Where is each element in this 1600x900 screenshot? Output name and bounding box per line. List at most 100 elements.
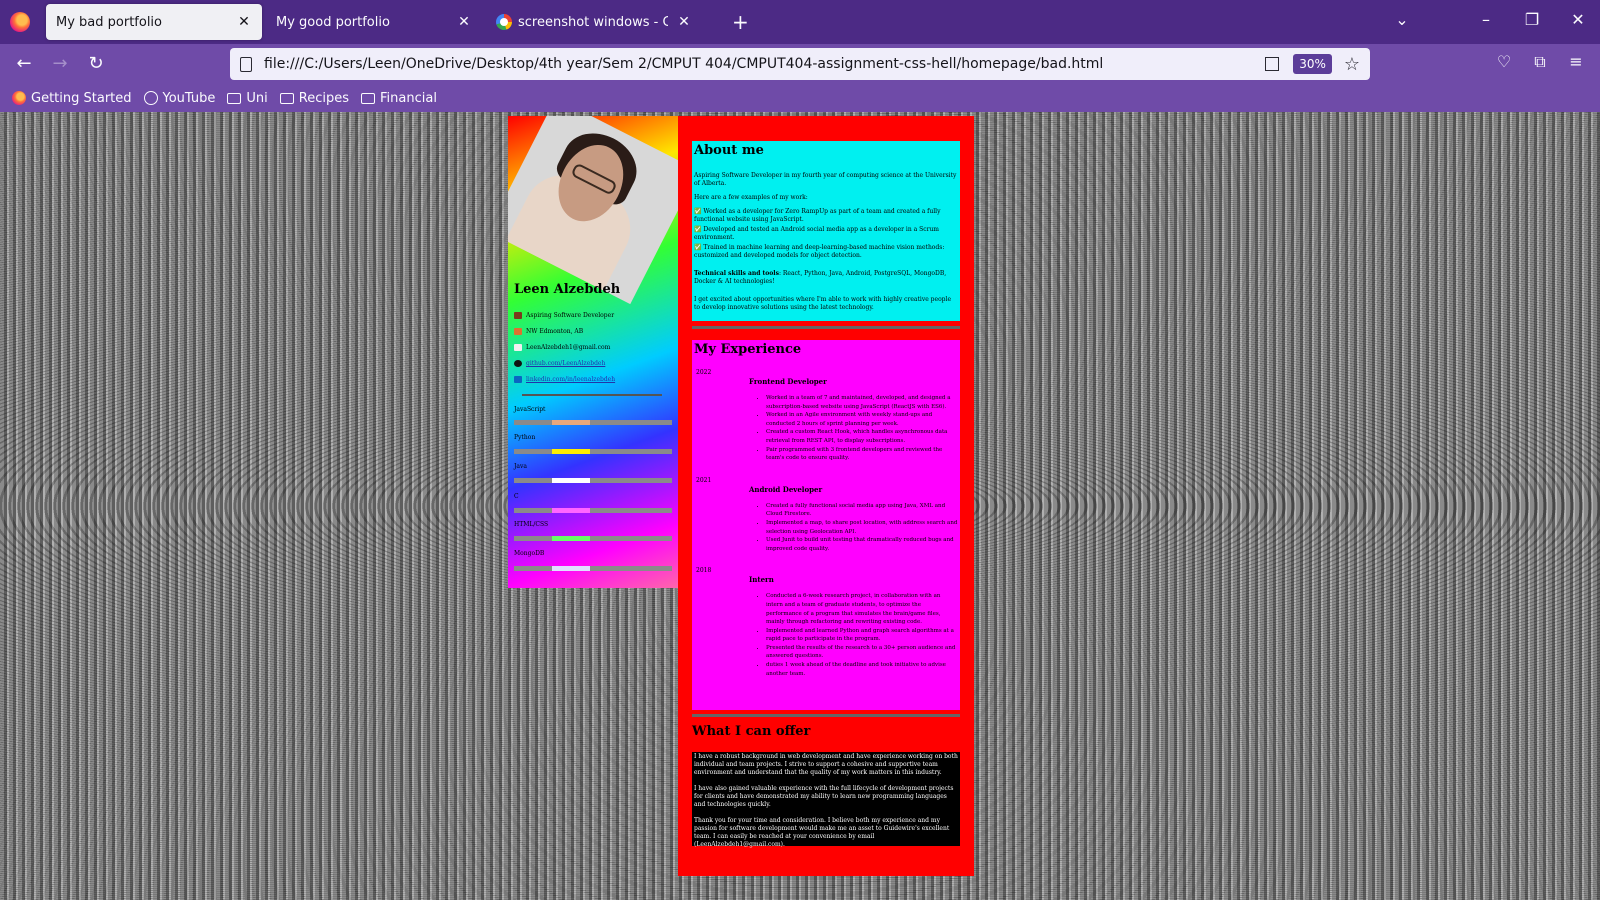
job-point: Created a custom React Hook, which handl…: [766, 428, 958, 445]
contact-location: NW Edmonton, AB: [514, 328, 583, 335]
about-example: ✅ Developed and tested an Android social…: [694, 226, 939, 241]
job-entry: 2021 Android Developer Created a fully f…: [694, 477, 958, 554]
tab-strip: My bad portfolio ✕ My good portfolio ✕ s…: [0, 0, 1600, 44]
contact-text: Aspiring Software Developer: [526, 312, 615, 319]
app-menu-icon[interactable]: ≡: [1564, 52, 1588, 71]
back-icon[interactable]: ←: [12, 52, 36, 76]
job-role: Frontend Developer: [749, 377, 827, 386]
page-icon: [240, 56, 252, 72]
bookmark-label: Uni: [246, 90, 268, 106]
about-example: ✅ Trained in machine learning and deep-l…: [694, 244, 945, 259]
bookmark-youtube[interactable]: YouTube: [143, 91, 215, 106]
envelope-icon: [514, 344, 522, 351]
tab-title: My bad portfolio: [56, 14, 162, 30]
minimize-icon[interactable]: –: [1476, 10, 1496, 29]
briefcase-icon: [514, 312, 522, 319]
job-role: Intern: [749, 575, 774, 585]
offer-paragraph: Thank you for your time and consideratio…: [694, 817, 950, 848]
about-section: About me Aspiring Software Developer in …: [692, 141, 960, 321]
contact-title: Aspiring Software Developer: [514, 312, 614, 319]
tab-my-bad-portfolio[interactable]: My bad portfolio ✕: [46, 4, 262, 40]
reader-view-icon[interactable]: [1265, 57, 1280, 71]
linkedin-link[interactable]: linkedin.com/in/leenalzebdeh: [526, 376, 615, 383]
skill-label: C: [514, 493, 519, 500]
zoom-level-badge[interactable]: 30%: [1293, 54, 1332, 74]
skill-bar: [514, 536, 672, 541]
job-point: Implemented and learned Python and graph…: [766, 627, 958, 644]
sidebar-divider: [522, 394, 662, 396]
job-points: Worked in a team of 7 and maintained, de…: [766, 394, 958, 463]
job-point: Worked in a team of 7 and maintained, de…: [766, 394, 958, 411]
new-tab-button[interactable]: +: [732, 10, 749, 34]
job-point: Conducted a 6-week research project, in …: [766, 592, 958, 626]
contact-linkedin: linkedin.com/in/leenalzebdeh: [514, 376, 615, 383]
skill-fill: [551, 478, 590, 483]
url-bar[interactable]: file:///C:/Users/Leen/OneDrive/Desktop/4…: [230, 48, 1370, 80]
about-intro: Aspiring Software Developer in my fourth…: [694, 172, 957, 187]
job-role: Android Developer: [749, 484, 823, 494]
close-tab-icon[interactable]: ✕: [236, 14, 252, 30]
bookmark-folder-recipes[interactable]: Recipes: [279, 90, 349, 106]
skill-fill: [551, 508, 590, 513]
firefox-menu-icon[interactable]: [10, 12, 30, 32]
skill-label: Python: [514, 434, 536, 441]
skill-fill: [551, 536, 590, 541]
about-example: ✅ Worked as a developer for Zero RampUp …: [694, 208, 941, 223]
offer-heading: What I can offer: [692, 724, 811, 739]
tab-title: My good portfolio: [276, 14, 390, 30]
job-point: Pair programmed with 3 frontend develope…: [766, 446, 958, 463]
extensions-icon[interactable]: ⧉: [1528, 52, 1552, 72]
experience-heading: My Experience: [694, 342, 802, 357]
folder-icon: [279, 92, 294, 104]
profile-name: Leen Alzebdeh: [514, 282, 621, 297]
skill-bar: [514, 478, 672, 483]
page-viewport[interactable]: Leen Alzebdeh Aspiring Software Develope…: [0, 112, 1600, 900]
main-content: About me Aspiring Software Developer in …: [678, 116, 974, 876]
house-icon: [514, 328, 522, 335]
about-heading: About me: [694, 143, 764, 158]
about-examples-lead: Here are a few examples of my work:: [694, 194, 808, 201]
close-window-icon[interactable]: ✕: [1568, 10, 1588, 29]
google-icon: [496, 14, 512, 30]
reload-icon[interactable]: ↻: [84, 52, 108, 76]
job-year: 2021: [696, 476, 712, 484]
profile-sidebar: Leen Alzebdeh Aspiring Software Develope…: [508, 116, 678, 588]
skill-bar: [514, 508, 672, 513]
contact-text: NW Edmonton, AB: [526, 328, 584, 335]
pocket-icon[interactable]: ♡: [1492, 52, 1516, 71]
job-point: Used Junit to build unit testing that dr…: [766, 536, 958, 553]
bookmark-folder-uni[interactable]: Uni: [227, 90, 268, 106]
skill-fill: [551, 566, 590, 571]
close-tab-icon[interactable]: ✕: [456, 14, 472, 30]
globe-icon: [143, 91, 158, 105]
bookmark-label: Getting Started: [31, 90, 132, 106]
bookmark-folder-financial[interactable]: Financial: [361, 91, 437, 106]
folder-icon: [227, 92, 242, 104]
bookmark-getting-started[interactable]: Getting Started: [12, 91, 132, 106]
contact-text: LeenAlzebdeh1@gmail.com: [526, 344, 611, 351]
close-tab-icon[interactable]: ✕: [676, 14, 692, 30]
bookmark-label: Recipes: [298, 90, 349, 106]
list-all-tabs-icon[interactable]: ⌄: [1392, 10, 1412, 29]
url-text[interactable]: file:///C:/Users/Leen/OneDrive/Desktop/4…: [264, 56, 1265, 72]
about-skills-label: Technical skills and tools: [694, 270, 779, 277]
tab-google-search[interactable]: screenshot windows - Google S ✕: [486, 4, 702, 40]
portfolio-page: Leen Alzebdeh Aspiring Software Develope…: [508, 116, 974, 876]
skill-fill: [551, 449, 590, 454]
restore-icon[interactable]: ❐: [1522, 10, 1542, 29]
tab-my-good-portfolio[interactable]: My good portfolio ✕: [266, 4, 482, 40]
skill-bar: [514, 449, 672, 454]
forward-icon[interactable]: →: [48, 52, 72, 76]
job-entry: 2018 Intern Conducted a 6-week research …: [694, 567, 958, 678]
github-link[interactable]: github.com/LeenAlzebdeh: [526, 360, 605, 367]
job-entry: 2022 Frontend Developer Worked in a team…: [694, 369, 958, 463]
offer-paragraph: I have also gained valuable experience w…: [694, 785, 954, 808]
bookmark-star-icon[interactable]: ☆: [1344, 54, 1360, 75]
job-points: Created a fully functional social media …: [766, 502, 958, 554]
skill-label: MongoDB: [514, 550, 545, 557]
bookmarks-toolbar: Getting Started YouTube Uni Recipes Fina…: [0, 84, 1600, 112]
job-points: Conducted a 6-week research project, in …: [766, 592, 958, 678]
bookmark-label: Financial: [380, 90, 437, 106]
offer-section: I have a robust background in web develo…: [692, 752, 960, 848]
job-point: Created a fully functional social media …: [766, 502, 958, 519]
